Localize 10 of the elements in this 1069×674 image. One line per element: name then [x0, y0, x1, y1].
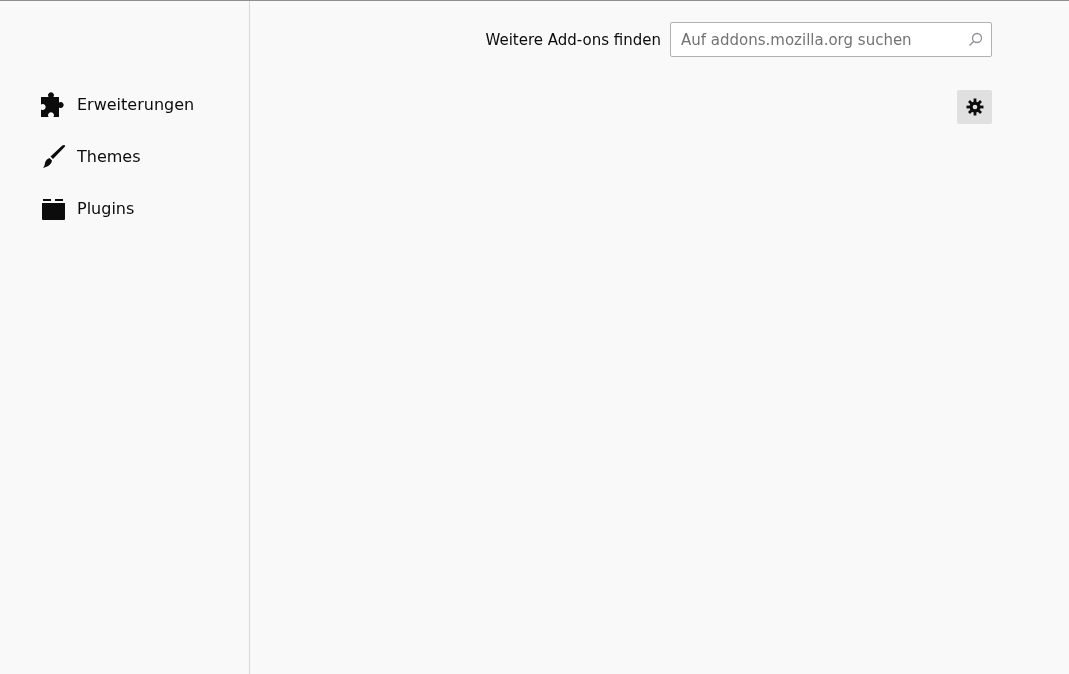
settings-button[interactable] — [957, 90, 992, 124]
search-icon — [968, 32, 983, 47]
find-more-label: Weitere Add-ons finden — [485, 30, 661, 49]
puzzle-icon — [40, 90, 67, 118]
sidebar-item[interactable]: Erweiterungen — [77, 94, 195, 114]
sidebar-item[interactable]: Themes — [77, 146, 141, 166]
paintbrush-icon — [40, 142, 67, 170]
settings-icon — [965, 98, 984, 116]
sidebar-item[interactable]: Plugins — [77, 198, 135, 218]
search-field[interactable]: Auf addons.mozilla.org suchen — [670, 22, 992, 57]
